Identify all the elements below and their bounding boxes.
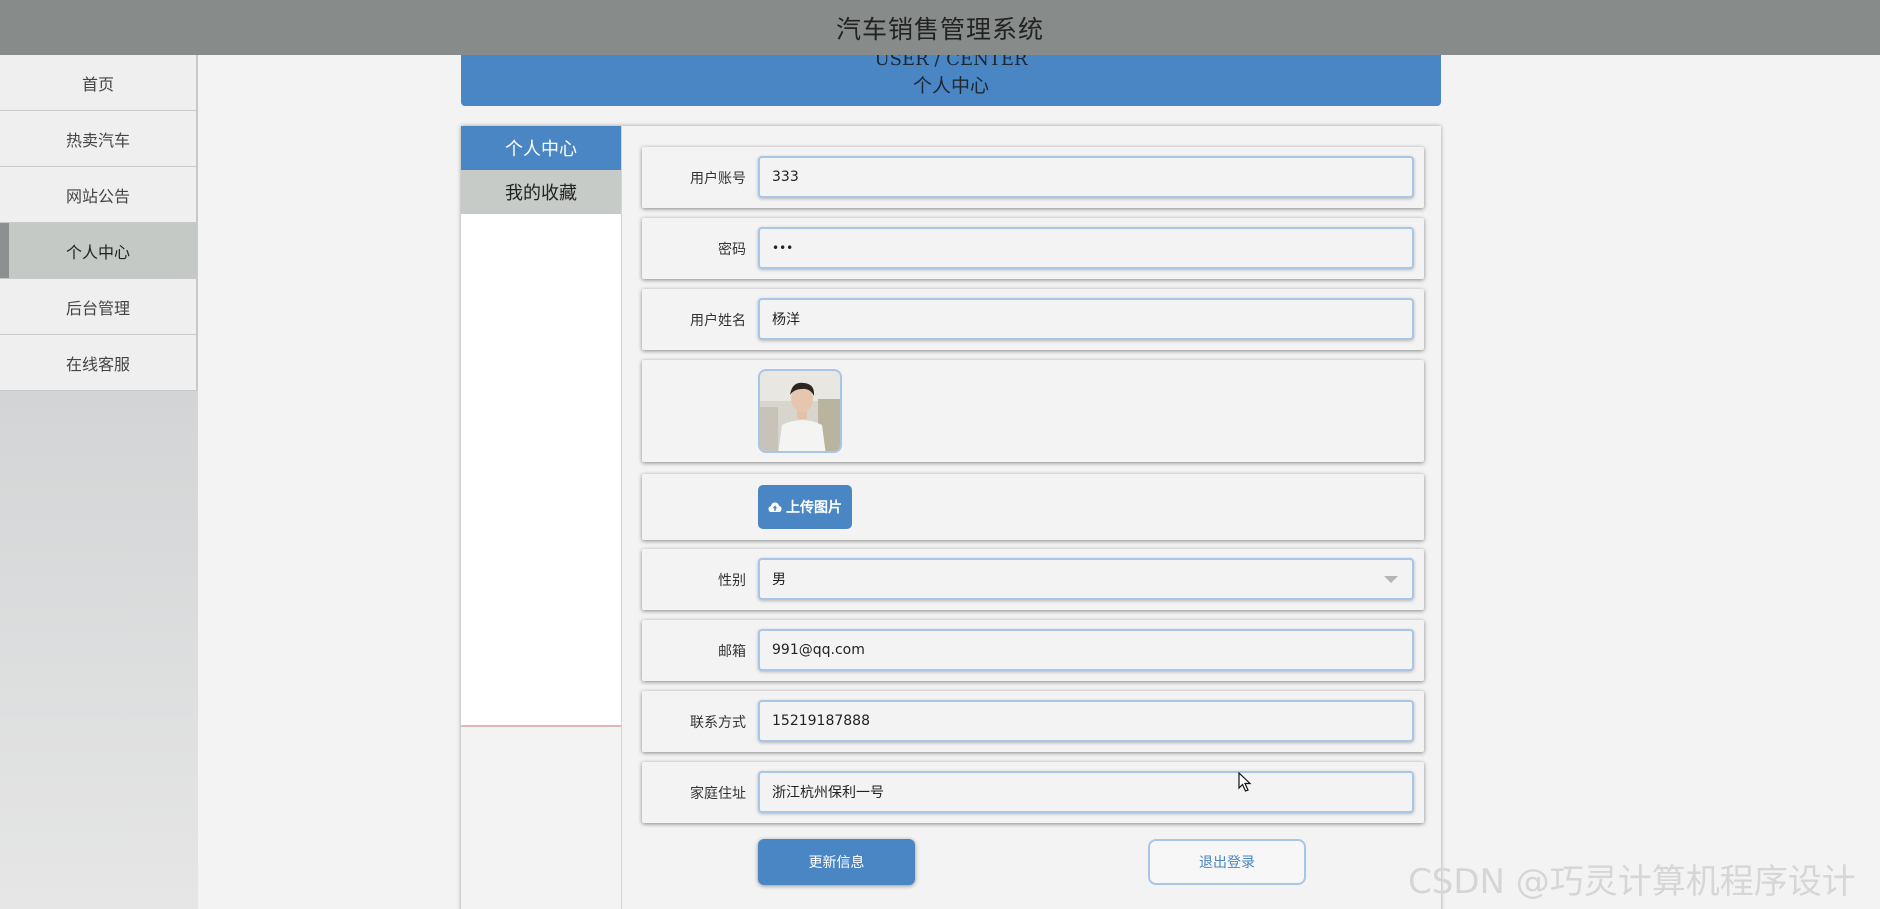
form-row-phone: 联系方式 15219187888 [642, 691, 1424, 752]
gender-select[interactable]: 男 [758, 558, 1414, 600]
form-row-account: 用户账号 333 [642, 147, 1424, 208]
sidebar-item-label: 在线客服 [65, 354, 130, 374]
form-row-password: 密码 ••• [642, 218, 1424, 279]
password-label: 密码 [718, 242, 746, 258]
user-center-panel: 个人中心 我的收藏 用户账号 333 密码 ••• 用户姓名 杨洋 上传图片 性… [461, 126, 1441, 909]
name-input[interactable]: 杨洋 [758, 298, 1414, 340]
form-row-address: 家庭住址 浙江杭州保利一号 [642, 762, 1424, 823]
chevron-down-icon [1384, 576, 1398, 583]
top-bar: 汽车销售管理系统 [0, 0, 1880, 55]
profile-form: 用户账号 333 密码 ••• 用户姓名 杨洋 上传图片 性别 男 邮箱 991… [621, 126, 1441, 909]
sidebar-item-label: 后台管理 [65, 298, 130, 318]
sidebar-item-hot-cars[interactable]: 热卖汽车 [0, 111, 198, 167]
form-row-name: 用户姓名 杨洋 [642, 289, 1424, 350]
sidebar-item-label: 首页 [81, 74, 114, 94]
gender-label: 性别 [718, 573, 746, 589]
sidebar-item-label: 个人中心 [65, 242, 130, 262]
email-label: 邮箱 [718, 644, 746, 660]
sub-navigation: 个人中心 我的收藏 [461, 126, 621, 727]
watermark: CSDN @巧灵计算机程序设计 [1408, 862, 1856, 902]
password-input[interactable]: ••• [758, 227, 1414, 269]
subnav-item-user-center[interactable]: 个人中心 [461, 126, 621, 170]
name-label: 用户姓名 [690, 313, 746, 329]
sidebar-item-label: 热卖汽车 [65, 130, 130, 150]
form-row-avatar [642, 360, 1424, 462]
update-info-button[interactable]: 更新信息 [758, 839, 915, 885]
form-row-upload: 上传图片 [642, 474, 1424, 540]
sidebar-item-support[interactable]: 在线客服 [0, 335, 198, 391]
upload-button-label: 上传图片 [786, 500, 842, 516]
sidebar-item-admin[interactable]: 后台管理 [0, 279, 198, 335]
app-title: 汽车销售管理系统 [835, 14, 1044, 44]
subnav-item-label: 我的收藏 [505, 183, 577, 204]
address-label: 家庭住址 [690, 786, 746, 802]
gender-selected-value: 男 [772, 572, 786, 588]
upload-image-button[interactable]: 上传图片 [758, 485, 852, 529]
form-row-email: 邮箱 991@qq.com [642, 620, 1424, 681]
page-banner: USER / CENTER 个人中心 [461, 49, 1441, 106]
cloud-upload-icon [768, 502, 782, 512]
address-input[interactable]: 浙江杭州保利一号 [758, 771, 1414, 813]
sidebar-item-home[interactable]: 首页 [0, 55, 198, 111]
avatar [758, 369, 842, 453]
subnav-item-label: 个人中心 [505, 139, 577, 160]
sidebar-item-user-center[interactable]: 个人中心 [0, 223, 198, 279]
sidebar: 首页 热卖汽车 网站公告 个人中心 后台管理 在线客服 [0, 55, 198, 909]
sidebar-item-label: 网站公告 [65, 186, 130, 206]
logout-button[interactable]: 退出登录 [1148, 839, 1306, 885]
phone-input[interactable]: 15219187888 [758, 700, 1414, 742]
mouse-cursor-icon [1238, 772, 1252, 792]
avatar-photo-icon [760, 371, 840, 451]
banner-title: 个人中心 [912, 75, 989, 97]
account-input[interactable]: 333 [758, 156, 1414, 198]
account-label: 用户账号 [690, 171, 746, 187]
email-field[interactable]: 991@qq.com [758, 629, 1414, 671]
sidebar-item-announcements[interactable]: 网站公告 [0, 167, 198, 223]
form-row-gender: 性别 男 [642, 549, 1424, 610]
subnav-item-favorites[interactable]: 我的收藏 [461, 170, 621, 214]
phone-label: 联系方式 [690, 715, 746, 731]
